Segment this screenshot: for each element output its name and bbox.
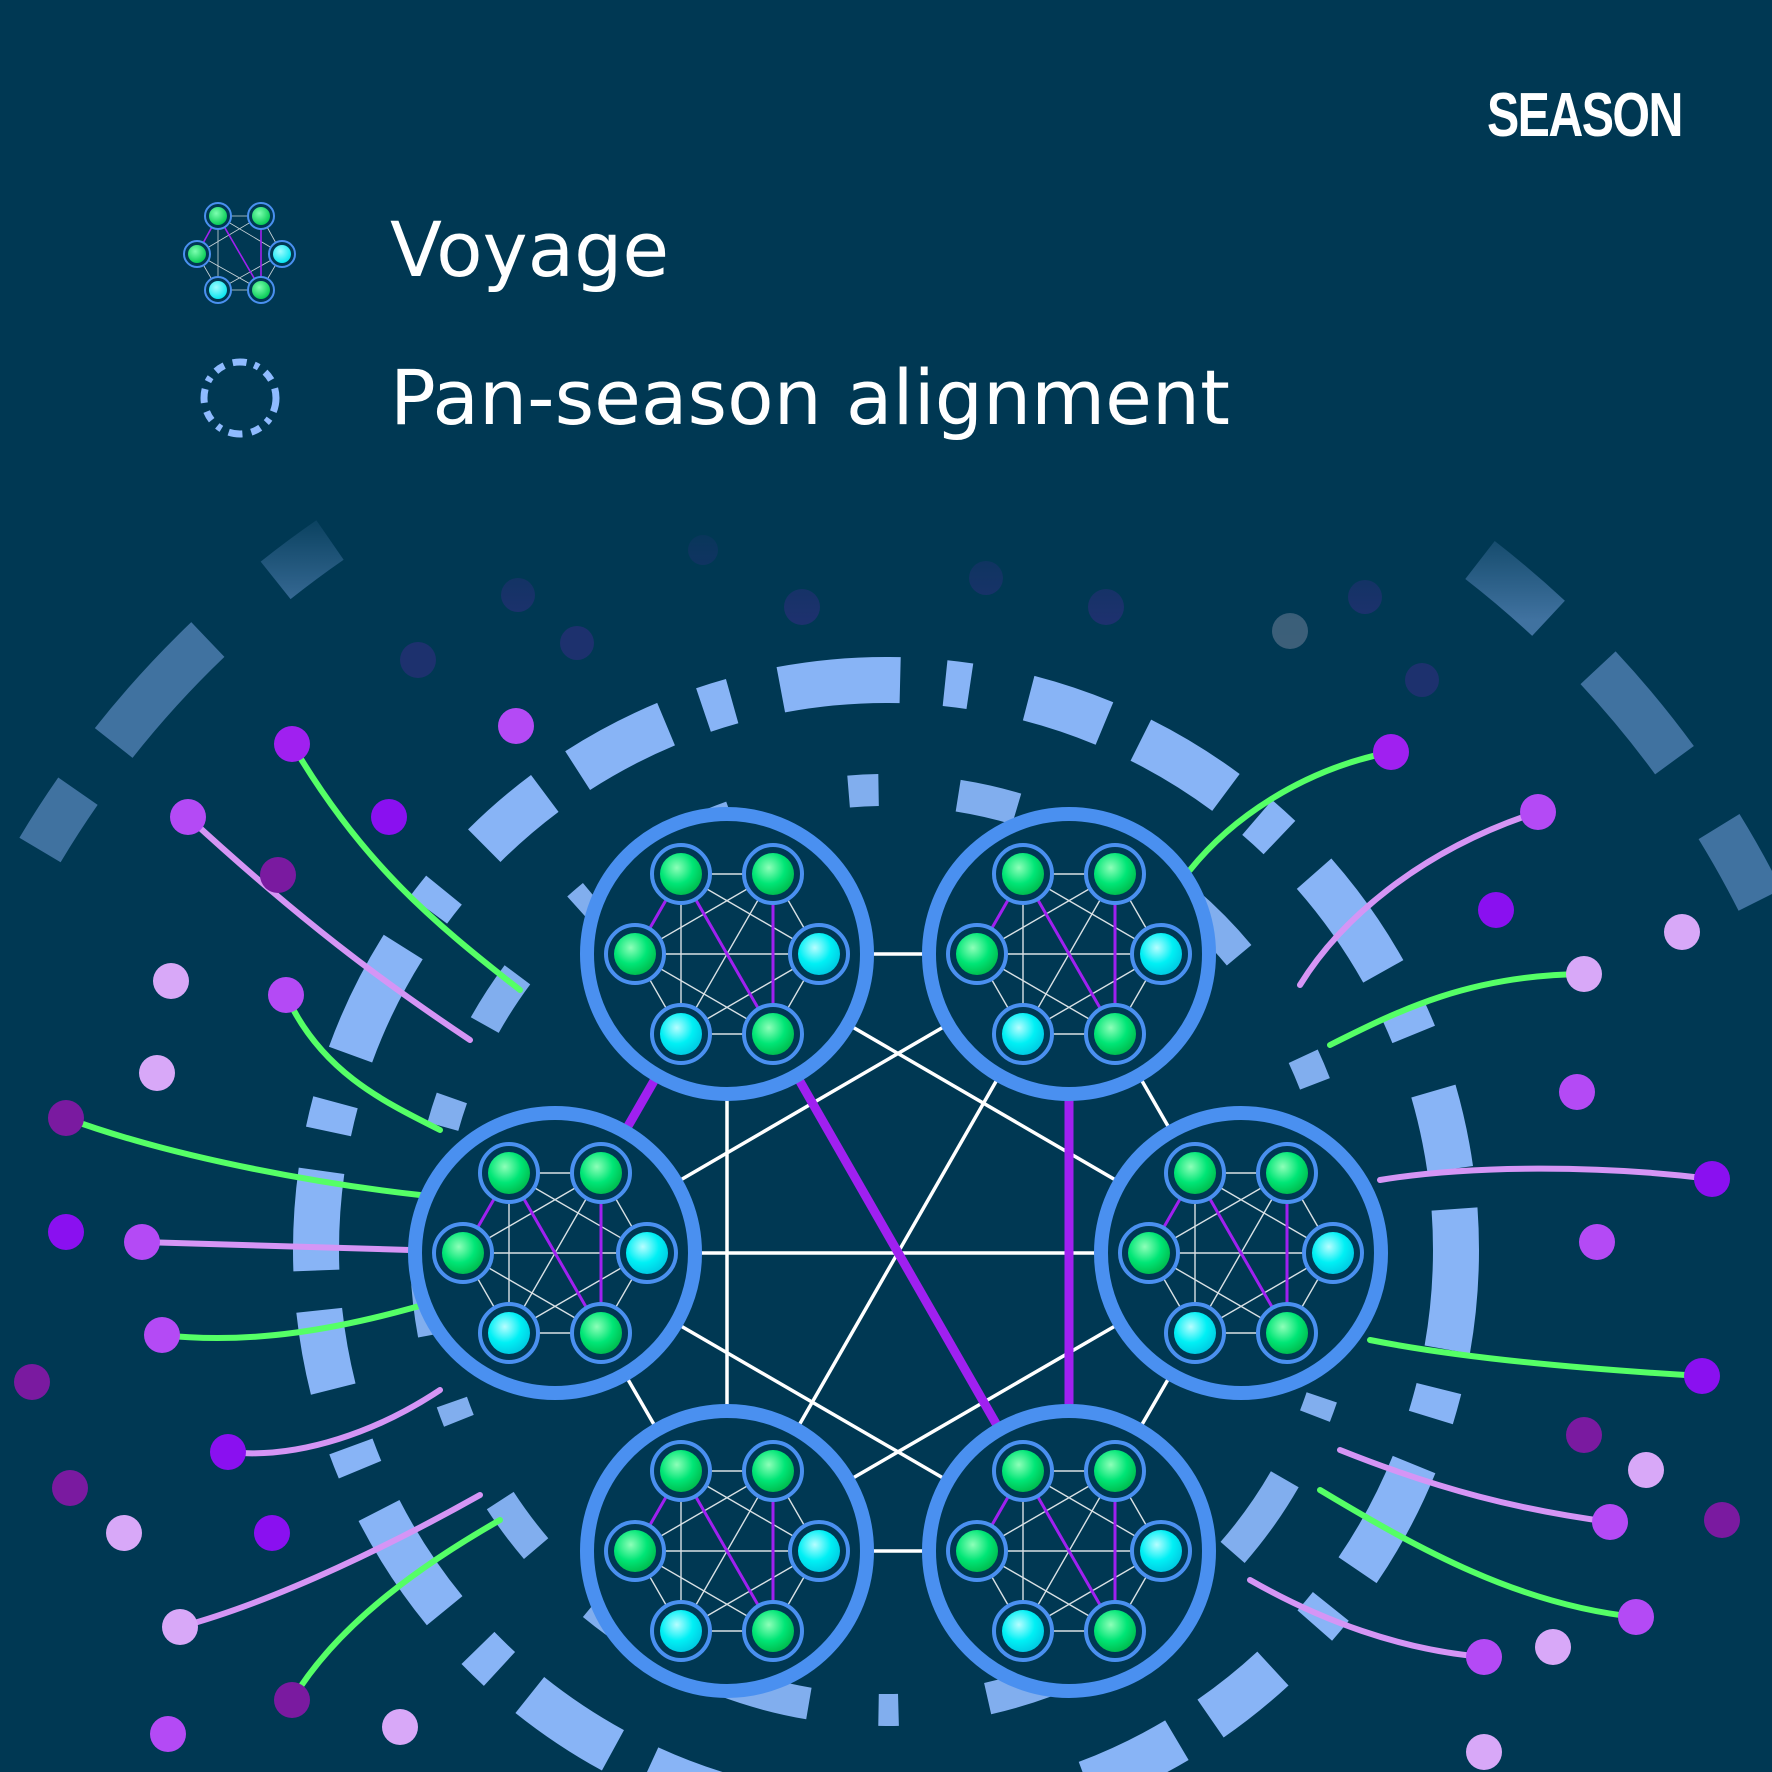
cluster-node [1266, 1152, 1308, 1194]
cluster-node [752, 853, 794, 895]
cluster-node [626, 1232, 668, 1274]
cluster-node [798, 933, 840, 975]
cluster-node [580, 1312, 622, 1354]
voyage-cluster [1094, 1106, 1388, 1400]
voyage-cluster [408, 1106, 702, 1400]
cluster-node [1174, 1312, 1216, 1354]
cluster-node [660, 1450, 702, 1492]
cluster-node [956, 933, 998, 975]
cluster-node [956, 1530, 998, 1572]
cluster-node [1174, 1152, 1216, 1194]
cluster-node [580, 1152, 622, 1194]
cluster-node [1002, 853, 1044, 895]
cluster-node [488, 1152, 530, 1194]
voyage-cluster [922, 807, 1216, 1101]
cluster-node [660, 1013, 702, 1055]
cluster-node [752, 1013, 794, 1055]
cluster-node [1002, 1450, 1044, 1492]
cluster-node [798, 1530, 840, 1572]
cluster-node [614, 1530, 656, 1572]
voyage-network-illustration [0, 500, 1772, 1772]
cluster-node [1094, 853, 1136, 895]
cluster-node [660, 853, 702, 895]
cluster-node [1128, 1232, 1170, 1274]
cluster-node [614, 933, 656, 975]
cluster-node [1312, 1232, 1354, 1274]
cluster-node [442, 1232, 484, 1274]
voyage-cluster [922, 1404, 1216, 1698]
cluster-node [1140, 933, 1182, 975]
cluster-node [1094, 1610, 1136, 1652]
voyage-cluster [580, 1404, 874, 1698]
particle-dots [14, 708, 1740, 1770]
cluster-node [1266, 1312, 1308, 1354]
cluster-node [660, 1610, 702, 1652]
cluster-node [1094, 1450, 1136, 1492]
cluster-node [1002, 1013, 1044, 1055]
cluster-node [1140, 1530, 1182, 1572]
voyage-cluster [580, 807, 874, 1101]
cluster-node [1002, 1610, 1044, 1652]
cluster-node [1094, 1013, 1136, 1055]
cluster-node [752, 1610, 794, 1652]
cluster-node [752, 1450, 794, 1492]
cluster-node [488, 1312, 530, 1354]
